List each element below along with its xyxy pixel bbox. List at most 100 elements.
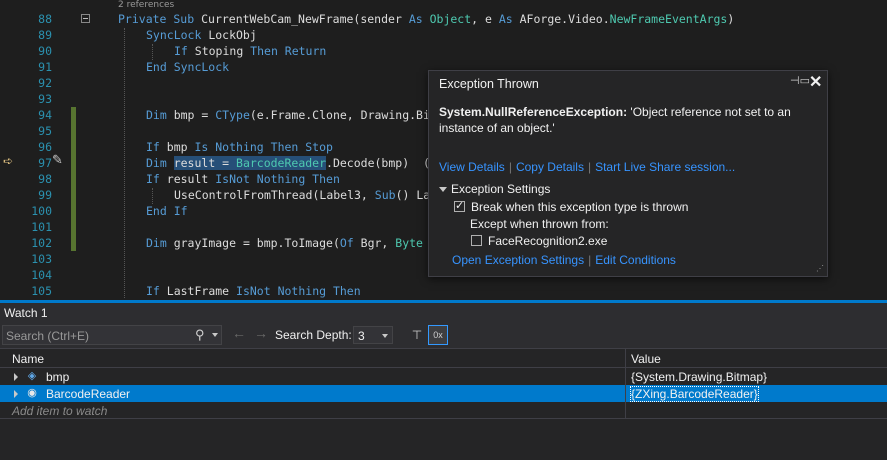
- code-token: If: [174, 44, 195, 58]
- code-text[interactable]: Dim grayImage = bmp.ToImage(Of Bgr, Byte: [146, 235, 423, 251]
- copy-details-link[interactable]: Copy Details: [516, 160, 584, 174]
- line-number: 98: [38, 172, 52, 186]
- change-indicator: [71, 171, 76, 187]
- back-arrow-icon[interactable]: ←: [232, 325, 246, 341]
- chevron-down-icon: [382, 334, 388, 338]
- code-token: BarcodeReader: [236, 156, 327, 170]
- expand-icon[interactable]: [14, 373, 18, 381]
- code-text[interactable]: If LastFrame IsNot Nothing Then: [146, 283, 361, 299]
- code-token: End SyncLock: [146, 60, 230, 74]
- change-indicator: [71, 139, 76, 155]
- code-text[interactable]: End SyncLock: [146, 59, 229, 75]
- resize-grip-icon[interactable]: ⋰: [815, 264, 824, 273]
- code-token: grayImage = bmp.ToImage(: [173, 236, 340, 250]
- line-number: 94: [38, 108, 52, 122]
- code-token: IsNot Nothing Then: [215, 172, 340, 186]
- watch-toolbar: Search (Ctrl+E) ⚲ ← → Search Depth: 3 ⊤ …: [0, 322, 887, 348]
- code-token: AForge.Video.: [519, 12, 610, 26]
- change-indicator: [71, 235, 76, 251]
- line-number: 96: [38, 140, 52, 154]
- code-text[interactable]: SyncLock LockObj: [146, 27, 257, 43]
- exception-message: System.NullReferenceException: 'Object r…: [439, 104, 814, 136]
- change-indicator: [71, 203, 76, 219]
- code-line[interactable]: 90 If Stoping Then Return: [0, 43, 887, 59]
- search-input[interactable]: Search (Ctrl+E) ⚲: [2, 325, 222, 345]
- search-icon[interactable]: ⚲: [195, 327, 205, 343]
- watch-row-value[interactable]: {System.Drawing.Bitmap}: [631, 370, 767, 384]
- code-text[interactable]: End If: [146, 203, 188, 219]
- code-token: Of: [339, 236, 361, 250]
- except-when-label: Except when thrown from:: [470, 217, 609, 231]
- code-text[interactable]: Dim bmp = CType(e.Frame.Clone, Drawing.B…: [146, 107, 430, 123]
- filter-icon[interactable]: ⊤: [408, 326, 426, 344]
- code-text[interactable]: Private Sub CurrentWebCam_NewFrame(sende…: [118, 11, 734, 27]
- code-text[interactable]: Dim result = BarcodeReader.Decode(bmp) (: [146, 155, 430, 171]
- watch-titlebar[interactable]: Watch 1: [0, 303, 887, 322]
- code-token: CType: [215, 108, 250, 122]
- code-text[interactable]: If bmp Is Nothing Then Stop: [146, 139, 333, 155]
- code-token: () La: [395, 188, 431, 202]
- code-token: UseControlFromThread(Label3,: [174, 188, 375, 202]
- object-icon: ◈: [27, 370, 37, 382]
- open-exception-settings-link[interactable]: Open Exception Settings: [452, 253, 584, 267]
- code-line[interactable]: 105 If LastFrame IsNot Nothing Then: [0, 283, 887, 299]
- exception-settings-title: Exception Settings: [451, 182, 551, 196]
- add-watch-row[interactable]: Add item to watch: [0, 402, 887, 419]
- add-watch-placeholder[interactable]: Add item to watch: [12, 404, 107, 418]
- code-text[interactable]: UseControlFromThread(Label3, Sub() La: [174, 187, 430, 203]
- watch-row-value[interactable]: {ZXing.BarcodeReader}: [630, 386, 759, 402]
- exception-helper-popup: Exception Thrown ⊣▭ ✕ System.NullReferen…: [428, 70, 828, 277]
- watch-row-name: bmp: [46, 370, 70, 384]
- code-token: Dim: [146, 108, 174, 122]
- column-divider: [625, 368, 626, 385]
- code-token: Object: [429, 12, 472, 26]
- live-share-link[interactable]: Start Live Share session...: [595, 160, 735, 174]
- module-option[interactable]: FaceRecognition2.exe: [471, 234, 607, 248]
- line-number: 89: [38, 28, 52, 42]
- search-dropdown-icon[interactable]: [212, 333, 218, 337]
- code-token: ): [727, 12, 735, 26]
- break-checkbox[interactable]: [454, 199, 465, 212]
- line-number: 95: [38, 124, 52, 138]
- code-token: IsNot Nothing Then: [236, 284, 361, 298]
- change-indicator: [71, 123, 76, 139]
- column-value[interactable]: Value: [631, 352, 661, 366]
- module-checkbox[interactable]: [471, 235, 482, 246]
- line-number: 104: [31, 268, 52, 282]
- expand-icon[interactable]: [14, 390, 18, 398]
- search-depth-label: Search Depth:: [275, 328, 352, 342]
- pin-icon[interactable]: ⊣▭: [790, 74, 810, 87]
- code-line[interactable]: 89 SyncLock LockObj: [0, 27, 887, 43]
- hex-display-icon[interactable]: 0x: [428, 325, 448, 345]
- line-number: 101: [31, 220, 52, 234]
- watch-row[interactable]: ◈ bmp {System.Drawing.Bitmap}: [0, 368, 887, 385]
- codelens-references[interactable]: 2 references: [118, 0, 174, 11]
- code-line[interactable]: 88 Private Sub CurrentWebCam_NewFrame(sen…: [0, 11, 887, 27]
- search-depth-select[interactable]: 3: [353, 326, 393, 344]
- code-token: Sub: [374, 188, 396, 202]
- code-token: Then Return: [250, 44, 327, 58]
- view-details-link[interactable]: View Details: [439, 160, 505, 174]
- code-token: NewFrameEventArgs: [609, 12, 728, 26]
- change-indicator: [71, 107, 76, 123]
- code-token: Private Sub: [118, 12, 202, 26]
- code-token: Byte: [395, 236, 423, 250]
- close-icon[interactable]: ✕: [809, 72, 822, 92]
- code-text[interactable]: If result IsNot Nothing Then: [146, 171, 340, 187]
- forward-arrow-icon[interactable]: →: [254, 325, 268, 341]
- line-number: 99: [38, 188, 52, 202]
- code-token: If: [146, 172, 167, 186]
- exception-settings-header[interactable]: Exception Settings: [439, 182, 550, 196]
- line-number: 102: [31, 236, 52, 250]
- code-text[interactable]: If Stoping Then Return: [174, 43, 326, 59]
- column-name[interactable]: Name: [12, 352, 44, 366]
- code-token: SyncLock: [146, 28, 209, 42]
- watch-title: Watch 1: [4, 306, 48, 320]
- break-when-thrown-option[interactable]: Break when this exception type is thrown: [454, 199, 688, 214]
- code-token: If: [146, 284, 167, 298]
- watch-row-selected[interactable]: ◉ BarcodeReader {ZXing.BarcodeReader}: [0, 385, 887, 402]
- code-token: Dim: [146, 156, 174, 170]
- column-divider[interactable]: [625, 349, 626, 367]
- line-number: 100: [31, 204, 52, 218]
- edit-conditions-link[interactable]: Edit Conditions: [595, 253, 676, 267]
